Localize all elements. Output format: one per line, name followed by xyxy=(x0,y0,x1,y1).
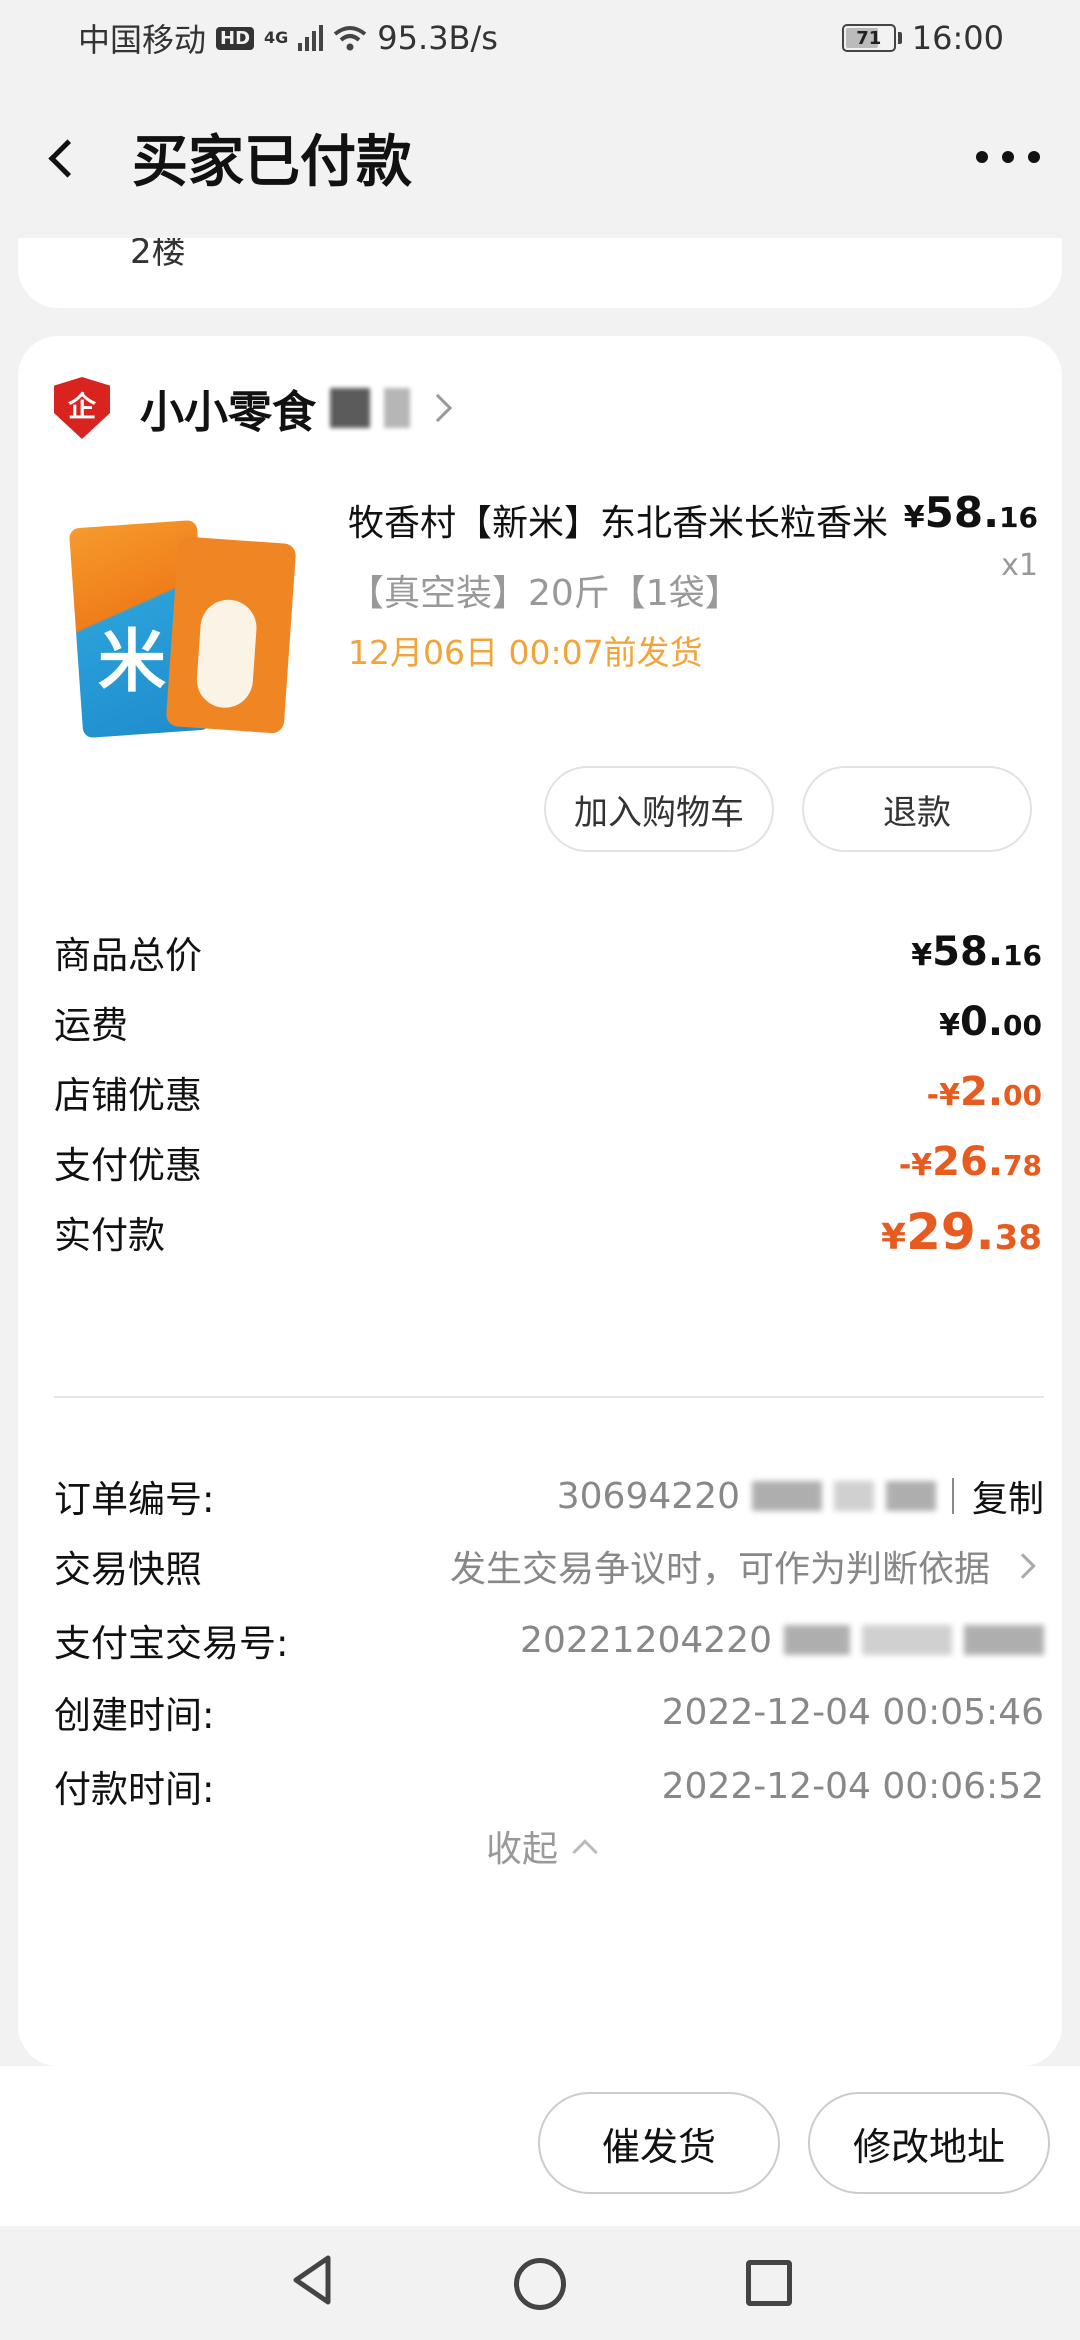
info-label: 交易快照 xyxy=(54,1548,202,1591)
page-title: 买家已付款 xyxy=(132,129,412,195)
order-number-row: 订单编号: 30694220 复制 xyxy=(54,1466,1044,1526)
info-label: 付款时间: xyxy=(54,1768,215,1811)
amount-row-shop-discount: 店铺优惠 -¥2.00 xyxy=(54,1062,1042,1122)
amount-row-shipping: 运费 ¥0.00 xyxy=(54,992,1042,1052)
paid-time: 2022-12-04 00:06:52 xyxy=(661,1765,1044,1807)
enterprise-shield-icon: 企 xyxy=(54,377,110,439)
status-right: 71 16:00 xyxy=(841,19,1004,57)
copy-button[interactable]: 复制 xyxy=(972,1470,1044,1522)
rice-bag-orange xyxy=(165,536,297,734)
system-nav-bar xyxy=(0,2226,1080,2340)
collapse-button[interactable]: 收起 xyxy=(18,1820,1062,1872)
refund-button[interactable]: 退款 xyxy=(802,766,1032,852)
amount-row-payment-discount: 支付优惠 -¥26.78 xyxy=(54,1132,1042,1192)
signal-icon xyxy=(298,25,324,51)
amount-value: ¥29.38 xyxy=(881,1203,1042,1261)
shop-name: 小小零食 xyxy=(140,387,316,438)
alipay-number: 20221204220 xyxy=(520,1620,1044,1661)
info-label: 创建时间: xyxy=(54,1694,215,1737)
redacted-digits xyxy=(784,1625,850,1655)
network-speed: 95.3B/s xyxy=(377,19,498,57)
order-number: 30694220 复制 xyxy=(557,1470,1044,1522)
info-label: 支付宝交易号: xyxy=(54,1622,289,1665)
amount-label: 运费 xyxy=(54,1004,128,1047)
price-decimal: 16 xyxy=(999,501,1038,534)
paid-time-row: 付款时间: 2022-12-04 00:06:52 xyxy=(54,1756,1044,1816)
status-left: 中国移动 HD 4G 95.3B/s xyxy=(78,15,498,61)
product-quantity: x1 xyxy=(1001,548,1038,583)
status-bar: 中国移动 HD 4G 95.3B/s 71 16:00 xyxy=(0,0,1080,76)
alipay-row: 支付宝交易号: 20221204220 xyxy=(54,1610,1044,1670)
redacted-digits xyxy=(885,1481,936,1511)
divider xyxy=(54,1396,1044,1398)
redacted-shop-name xyxy=(330,388,370,428)
product-sku: 【真空装】20斤【1袋】 xyxy=(348,573,741,614)
bag-label: 米 xyxy=(98,623,167,702)
system-back-icon[interactable] xyxy=(290,2254,334,2306)
urge-shipping-button[interactable]: 催发货 xyxy=(538,2092,780,2194)
chevron-right-icon xyxy=(423,393,453,423)
amount-label: 店铺优惠 xyxy=(54,1074,202,1117)
nav-bar: 买家已付款 xyxy=(0,76,1080,238)
amount-label: 支付优惠 xyxy=(54,1144,202,1187)
snapshot-row[interactable]: 交易快照 发生交易争议时，可作为判断依据 xyxy=(54,1536,1044,1596)
change-address-button[interactable]: 修改地址 xyxy=(808,2092,1050,2194)
chevron-right-icon xyxy=(1010,1553,1036,1579)
ship-deadline: 12月06日 00:07前发货 xyxy=(348,633,703,672)
back-arrow-icon[interactable] xyxy=(40,137,80,177)
redacted-digits xyxy=(751,1481,822,1511)
address-text: 2楼 xyxy=(130,238,186,272)
created-time-row: 创建时间: 2022-12-04 00:05:46 xyxy=(54,1682,1044,1742)
redacted-shop-name xyxy=(384,388,410,428)
amount-value: ¥0.00 xyxy=(939,999,1042,1045)
battery-level: 71 xyxy=(856,27,882,49)
address-card: 2楼 xyxy=(18,238,1062,308)
battery-icon: 71 xyxy=(841,24,902,52)
price-integer: 58. xyxy=(924,488,1000,537)
info-label: 订单编号: xyxy=(54,1478,215,1521)
product-image[interactable]: 米 xyxy=(54,496,310,752)
system-recent-apps-icon[interactable] xyxy=(746,2260,792,2306)
clock: 16:00 xyxy=(911,19,1004,57)
separator xyxy=(951,1478,954,1514)
order-card: 企 小小零食 米 牧香村【新米】东北香米长粒香米 ¥58.16 x1 【真空装】… xyxy=(18,336,1062,2066)
amount-value: -¥2.00 xyxy=(926,1069,1042,1115)
amount-value: -¥26.78 xyxy=(898,1139,1042,1185)
network-type: 4G xyxy=(264,28,289,47)
created-time: 2022-12-04 00:05:46 xyxy=(661,1691,1044,1733)
amount-label: 实付款 xyxy=(54,1214,165,1257)
amount-row-subtotal: 商品总价 ¥58.16 xyxy=(54,922,1042,982)
price-symbol: ¥ xyxy=(903,500,925,535)
redacted-digits xyxy=(862,1625,952,1655)
more-options-icon[interactable] xyxy=(976,151,1040,163)
amount-row-total: 实付款 ¥29.38 xyxy=(54,1202,1042,1262)
snapshot-hint: 发生交易争议时，可作为判断依据 xyxy=(450,1540,1044,1592)
amount-label: 商品总价 xyxy=(54,934,202,977)
wifi-icon xyxy=(334,26,367,51)
product-price: ¥58.16 xyxy=(904,488,1038,537)
add-to-cart-button[interactable]: 加入购物车 xyxy=(544,766,774,852)
redacted-digits xyxy=(964,1625,1044,1655)
hd-badge: HD xyxy=(216,26,255,50)
system-home-icon[interactable] xyxy=(514,2258,566,2310)
redacted-digits xyxy=(833,1481,874,1511)
bottom-action-bar: 催发货 修改地址 xyxy=(0,2066,1080,2226)
amount-value: ¥58.16 xyxy=(911,929,1042,975)
shop-header[interactable]: 企 小小零食 xyxy=(54,376,453,440)
product-title[interactable]: 牧香村【新米】东北香米长粒香米 xyxy=(348,494,888,546)
carrier-name: 中国移动 xyxy=(78,21,207,59)
chevron-up-icon xyxy=(572,1839,598,1865)
